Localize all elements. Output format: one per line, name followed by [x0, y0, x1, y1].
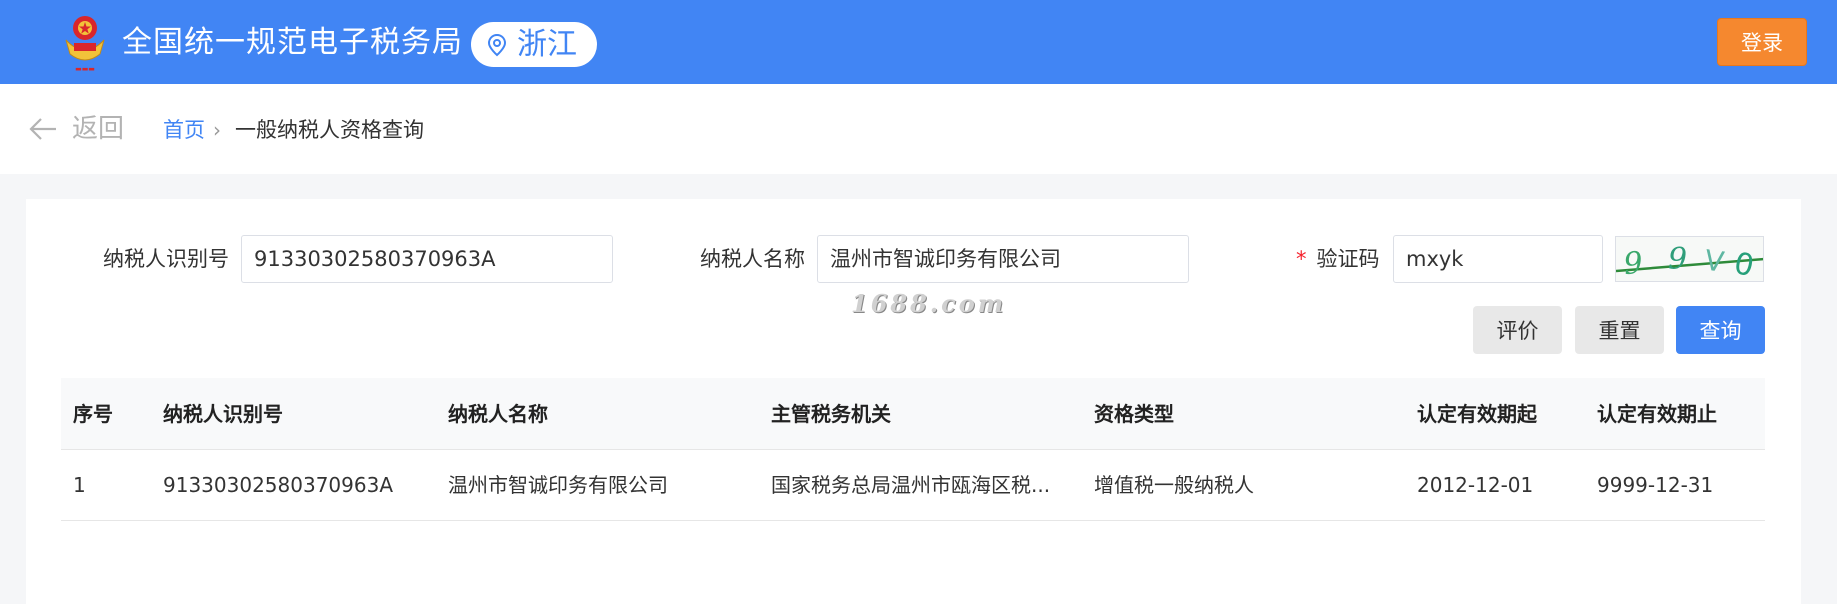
region-name: 浙江	[517, 26, 577, 62]
login-button[interactable]: 登录	[1717, 18, 1807, 66]
captcha-image[interactable]: 9 9 V 0	[1615, 236, 1764, 282]
svg-text:V: V	[1703, 244, 1727, 279]
breadcrumb-separator: ›	[213, 118, 221, 142]
required-asterisk: *	[1296, 247, 1307, 271]
cell-taxpayer-name: 温州市智诚印务有限公司	[448, 473, 668, 497]
watermark-text: 1688.com	[851, 289, 1007, 318]
column-header-taxpayer-id: 纳税人识别号	[163, 402, 283, 426]
location-pin-icon	[487, 33, 507, 56]
tax-emblem-logo: ▬▬▬	[60, 10, 110, 74]
column-header-index: 序号	[73, 402, 113, 426]
top-header: ▬▬▬ 全国统一规范电子税务局 浙江 登录	[0, 0, 1837, 84]
cell-valid-from: 2012-12-01	[1417, 473, 1534, 497]
taxpayer-name-input[interactable]: 温州市智诚印务有限公司	[817, 235, 1189, 283]
column-header-valid-to: 认定有效期止	[1597, 402, 1717, 426]
svg-text:9: 9	[1622, 245, 1645, 282]
reset-button[interactable]: 重置	[1575, 306, 1664, 354]
query-button[interactable]: 查询	[1676, 306, 1765, 354]
breadcrumb-home-link[interactable]: 首页	[163, 116, 205, 144]
captcha-label-text: 验证码	[1316, 247, 1380, 271]
breadcrumb-bar: 返回 首页 › 一般纳税人资格查询	[0, 84, 1837, 174]
site-title: 全国统一规范电子税务局	[122, 25, 463, 60]
back-link[interactable]: 返回	[72, 111, 124, 147]
region-selector[interactable]: 浙江	[471, 22, 597, 67]
taxpayer-id-label: 纳税人识别号	[103, 247, 229, 271]
cell-valid-to: 9999-12-31	[1597, 473, 1714, 497]
column-header-valid-from: 认定有效期起	[1417, 402, 1537, 426]
breadcrumb-current-page: 一般纳税人资格查询	[235, 118, 424, 142]
evaluate-button[interactable]: 评价	[1473, 306, 1562, 354]
cell-taxpayer-id: 91330302580370963A	[163, 473, 393, 497]
taxpayer-name-label: 纳税人名称	[700, 247, 805, 271]
column-header-taxpayer-name: 纳税人名称	[448, 402, 548, 426]
captcha-label: * 验证码	[1296, 244, 1380, 274]
table-row[interactable]: 1 91330302580370963A 温州市智诚印务有限公司 国家税务总局温…	[61, 450, 1765, 521]
cell-qualification-type: 增值税一般纳税人	[1094, 473, 1254, 497]
svg-text:0: 0	[1731, 246, 1757, 282]
svg-text:▬▬▬: ▬▬▬	[75, 65, 95, 73]
back-arrow-icon[interactable]	[28, 114, 58, 144]
svg-text:9: 9	[1668, 242, 1687, 277]
captcha-input[interactable]: mxyk	[1393, 235, 1603, 283]
column-header-tax-authority: 主管税务机关	[771, 402, 891, 426]
cell-tax-authority: 国家税务总局温州市瓯海区税...	[771, 473, 1051, 497]
taxpayer-id-input[interactable]: 91330302580370963A	[241, 235, 613, 283]
column-header-qualification-type: 资格类型	[1094, 402, 1174, 426]
result-table-header: 序号 纳税人识别号 纳税人名称 主管税务机关 资格类型 认定有效期起 认定有效期…	[61, 378, 1765, 450]
cell-index: 1	[73, 473, 86, 497]
